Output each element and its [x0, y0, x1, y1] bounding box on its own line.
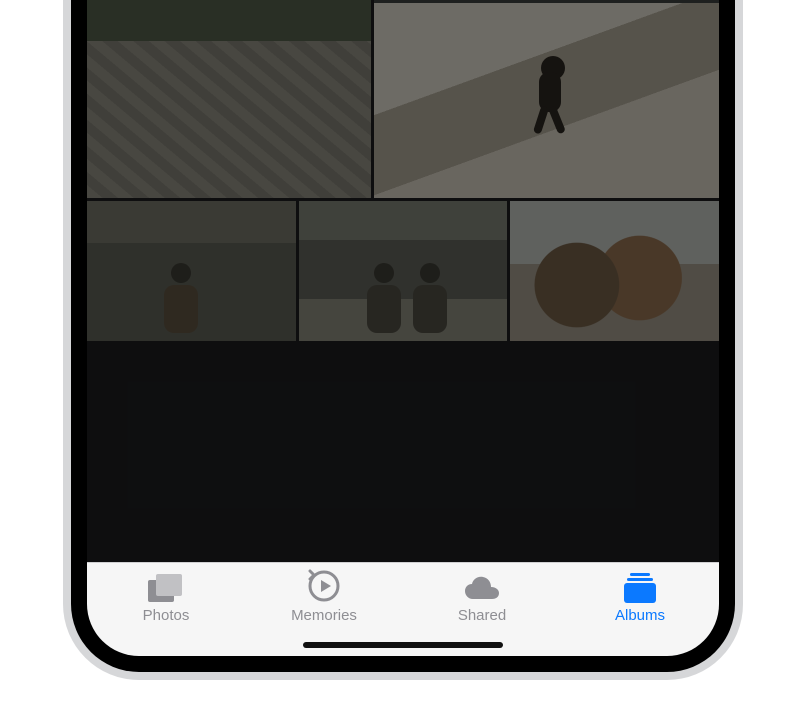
tab-label: Shared	[458, 607, 506, 624]
memories-icon	[307, 571, 341, 603]
phone-frame: Photos Memories	[63, 0, 743, 680]
phone-bezel: Photos Memories	[71, 0, 735, 672]
photo-grid	[87, 0, 719, 562]
tab-label: Albums	[615, 607, 665, 624]
photo-thumbnail[interactable]	[87, 201, 296, 341]
home-indicator[interactable]	[303, 642, 503, 648]
photo-thumbnail[interactable]	[510, 201, 719, 341]
tab-label: Memories	[291, 607, 357, 624]
tab-photos[interactable]: Photos	[87, 571, 245, 656]
tab-label: Photos	[143, 607, 190, 624]
photo-thumbnail[interactable]	[299, 201, 508, 341]
cloud-icon	[462, 571, 502, 603]
photo-thumbnail[interactable]	[374, 0, 719, 198]
photo-thumbnail[interactable]	[87, 0, 371, 198]
screen: Photos Memories	[87, 0, 719, 656]
tab-albums[interactable]: Albums	[561, 571, 719, 656]
albums-icon	[622, 571, 658, 603]
photos-icon	[147, 571, 185, 603]
